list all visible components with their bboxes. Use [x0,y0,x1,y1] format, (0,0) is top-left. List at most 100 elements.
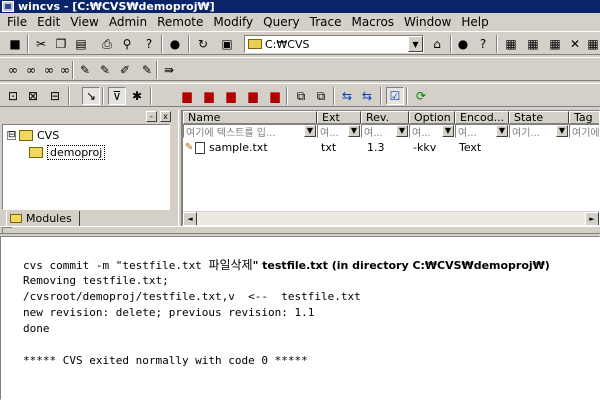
menu-trace[interactable]: Trace [305,14,347,30]
horizontal-scrollbar[interactable]: ◄ ► [183,211,599,225]
save-icon[interactable]: ■ [6,35,24,53]
filter-encoding[interactable]: 여... ▼ [455,124,509,138]
open-folder-icon[interactable]: ⌂ [428,35,446,53]
tree-node-cvs[interactable]: ⊟ CVS [7,129,59,142]
update-icon[interactable]: ▆ [200,87,218,105]
pin-icon[interactable]: - [146,111,157,122]
chevron-down-icon[interactable]: ▼ [408,36,423,52]
question-icon[interactable]: ? [474,35,492,53]
location-combobox[interactable]: C:₩CVS ▼ [244,35,424,53]
table-row[interactable]: ✎ sample.txt txt 1.3 -kkv Text [183,141,599,155]
toolbar-separator [188,35,190,53]
filter-icon[interactable]: ⊽ [108,87,126,105]
release-icon[interactable]: ▆ [266,87,284,105]
column-header-ext[interactable]: Ext [317,111,361,124]
tree-node-demoproj[interactable]: demoproj [29,145,106,160]
filter-placeholder: 여... [412,127,431,138]
view-icon[interactable]: ⊡ [4,87,22,105]
view3-icon[interactable]: ⊟ [46,87,64,105]
filter-icon[interactable]: ▼ [556,125,568,137]
window-title: wincvs - [C:₩CVS₩demoproj₩] [18,0,215,13]
menu-help[interactable]: Help [456,14,493,30]
search-icon[interactable]: ⚲ [118,35,136,53]
menu-edit[interactable]: Edit [32,14,65,30]
menu-remote[interactable]: Remote [152,14,208,30]
menu-query[interactable]: Query [258,14,304,30]
close-icon[interactable]: x [160,111,171,122]
menu-modify[interactable]: Modify [208,14,258,30]
edit2-icon[interactable]: ✎ [96,61,114,79]
menu-window[interactable]: Window [399,14,456,30]
menu-view[interactable]: View [65,14,103,30]
log-icon[interactable]: ⇆ [338,87,356,105]
refresh-icon[interactable]: ⟳ [412,87,430,105]
tab-modules[interactable]: Modules [6,211,80,227]
column-header-state[interactable]: State [509,111,569,124]
column-header-name[interactable]: Name [183,111,317,124]
console-command-line: cvs commit -m "testfile.txt 파일삭제" testfi… [23,257,599,273]
menu-macros[interactable]: Macros [346,14,399,30]
console-line: new revision: delete; previous revision:… [23,306,315,319]
filter-name[interactable]: 여기에 텍스트를 입... ▼ [183,124,317,138]
graph-icon[interactable]: ⇆ [358,87,376,105]
filter-state[interactable]: 여기... ▼ [509,124,569,138]
stop-icon[interactable]: ● [166,35,184,53]
scroll-left-icon[interactable]: ◄ [183,212,197,225]
panel4-icon[interactable]: ▦ [584,35,600,53]
menu-file[interactable]: File [2,14,32,30]
filter-icon[interactable]: ▼ [348,125,360,137]
column-header-option[interactable]: Option [409,111,455,124]
remove-icon[interactable]: ▆ [244,87,262,105]
panel-icon[interactable]: ▦ [502,35,520,53]
filter-option[interactable]: 여... ▼ [409,124,455,138]
diff2-icon[interactable]: ⧉ [312,87,330,105]
filter-icon[interactable]: ▼ [442,125,454,137]
console-command-message: 파일삭제 [208,258,253,272]
panel2-icon[interactable]: ▦ [524,35,542,53]
record-icon[interactable]: ● [454,35,472,53]
browse-icon[interactable]: ▣ [218,35,236,53]
toolbar-separator [102,87,104,105]
menu-admin[interactable]: Admin [104,14,152,30]
column-header-tag[interactable]: Tag [569,111,599,124]
print-icon[interactable]: ⎙ [98,35,116,53]
filter-icon[interactable]: ▼ [396,125,408,137]
asterisk-icon[interactable]: ✱ [128,87,146,105]
filter-ext[interactable]: 여... ▼ [317,124,361,138]
copy-icon[interactable]: ❐ [52,35,70,53]
paste-icon[interactable]: ▤ [72,35,90,53]
column-header-encoding[interactable]: Encod... [455,111,509,124]
diff-icon[interactable]: ⧉ [292,87,310,105]
checkout-icon[interactable]: ☑ [386,87,404,105]
forward-icon[interactable]: ⇛ [160,61,178,79]
reload-icon[interactable]: ↻ [194,35,212,53]
modules-pane-header: - x [0,110,178,124]
scroll-right-icon[interactable]: ► [585,212,599,225]
filter-tag[interactable]: 여기에 [569,124,599,138]
module-tree[interactable]: ⊟ CVS demoproj [2,124,170,210]
folder-icon [248,39,262,49]
console-command-target: " testfile.txt (in directory C:₩CVS₩demo… [252,259,550,272]
close-x-icon[interactable]: ✕ [566,35,584,53]
erase-icon[interactable]: ✐ [116,61,134,79]
edit-icon[interactable]: ✎ [76,61,94,79]
filter-rev[interactable]: 여... ▼ [361,124,409,138]
add-icon[interactable]: ▆ [222,87,240,105]
panel3-icon[interactable]: ▦ [546,35,564,53]
filter-icon[interactable]: ▼ [496,125,508,137]
edit3-icon[interactable]: ✎ [138,61,156,79]
horizontal-splitter[interactable] [0,226,600,234]
macro1-icon[interactable]: ∞ [4,61,22,79]
column-header-rev[interactable]: Rev. [361,111,409,124]
help-icon[interactable]: ? [140,35,158,53]
commit-icon[interactable]: ▆ [178,87,196,105]
expander-icon[interactable]: ⊟ [7,131,16,140]
console-output[interactable]: cvs commit -m "testfile.txt 파일삭제" testfi… [0,236,600,400]
filter-icon[interactable]: ▼ [304,125,316,137]
macro2-icon[interactable]: ∞ [22,61,40,79]
view2-icon[interactable]: ⊠ [24,87,42,105]
toolbar-separator [450,35,452,53]
cut-icon[interactable]: ✂ [32,35,50,53]
arrow-icon[interactable]: ↘ [82,87,100,105]
console-command: cvs commit -m "testfile.txt [23,259,209,272]
